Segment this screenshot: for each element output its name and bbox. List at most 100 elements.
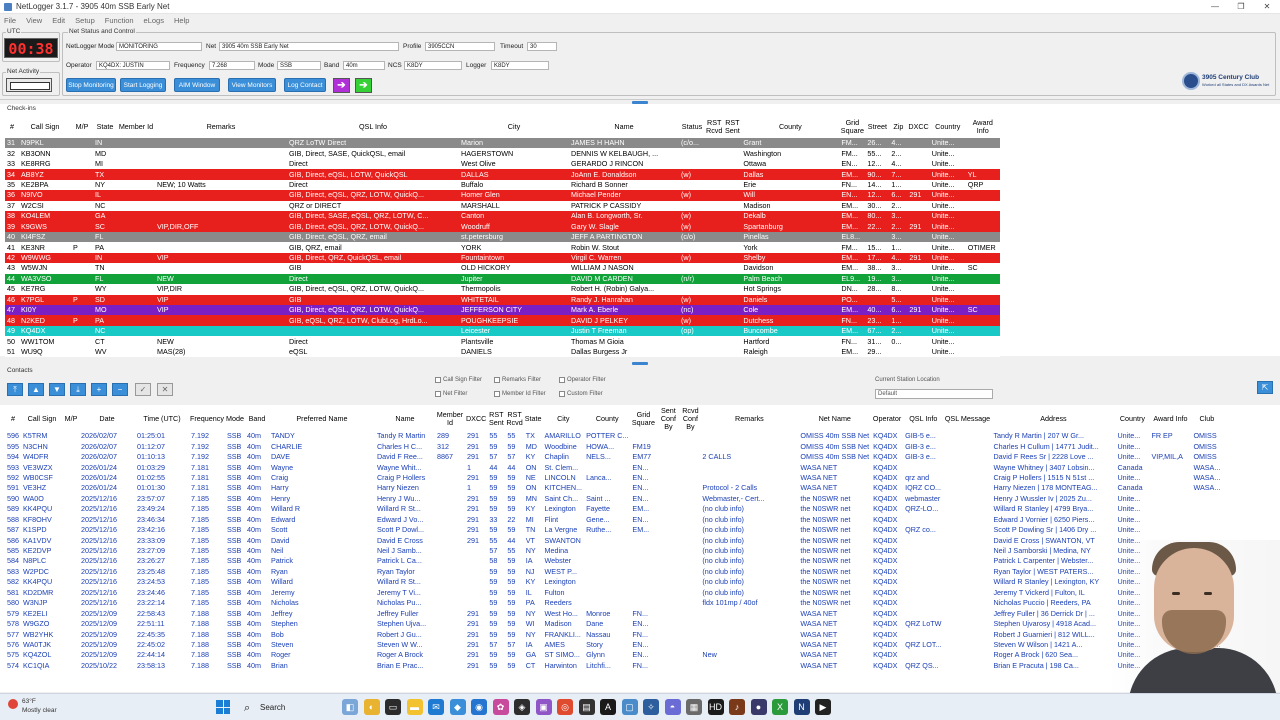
aim-window-button[interactable]: AIM Window bbox=[174, 78, 220, 92]
checkins-header-11[interactable]: RST Sent bbox=[723, 116, 741, 138]
contacts-header-11[interactable]: DXCC bbox=[465, 407, 487, 431]
copilot-icon[interactable]: ◐ bbox=[363, 699, 380, 715]
move-bottom-icon[interactable]: ⤓ bbox=[70, 383, 86, 396]
contact-row[interactable]: 590 WA0O 2025/12/16 23:57:07 7.185 SSB 40m Henr… bbox=[5, 494, 1222, 504]
checkin-row[interactable]: 35 KE2BPA NY NEW; 10 Watts Direct Buffalo Rich… bbox=[5, 179, 1000, 191]
net-select[interactable]: 3905 40m SSB Early Net bbox=[219, 42, 399, 51]
contact-row[interactable]: 583 W2PDC 2025/12/16 23:25:48 7.185 SSB 40m Rya… bbox=[5, 567, 1222, 577]
checkins-header-9[interactable]: Status bbox=[679, 116, 705, 138]
contact-row[interactable]: 587 K1SPD 2025/12/16 23:42:16 7.185 SSB 40m Sco… bbox=[5, 525, 1222, 535]
member-id-filter-checkbox[interactable]: Member Id Filter bbox=[494, 391, 546, 397]
checkins-header-3[interactable]: State bbox=[93, 116, 117, 138]
file-explorer-icon[interactable]: ▬ bbox=[406, 699, 423, 715]
terminal-icon[interactable]: ▤ bbox=[578, 699, 595, 715]
discord-icon[interactable]: ◓ bbox=[664, 699, 681, 715]
edit-icon[interactable]: ✓ bbox=[135, 383, 151, 396]
contact-row[interactable]: 596 K5TRM 2026/02/07 01:25:01 7.192 SSB 40m TAN… bbox=[5, 431, 1222, 441]
splitter-middle[interactable] bbox=[632, 362, 648, 365]
contacts-header-13[interactable]: RST Rcvd bbox=[505, 407, 523, 431]
contact-row[interactable]: 580 W3NJP 2025/12/16 23:22:14 7.185 SSB 40m Nic… bbox=[5, 598, 1222, 608]
checkins-header-2[interactable]: M/P bbox=[71, 116, 93, 138]
contacts-header-19[interactable]: Rcvd Conf By bbox=[680, 407, 700, 431]
checkin-row[interactable]: 38 KO4LEM GA GIB, Direct, SASE, eQSL, QRZ, … bbox=[5, 211, 1000, 222]
custom-filter-checkbox[interactable]: Custom Filter bbox=[559, 391, 603, 397]
menu-elogs[interactable]: eLogs bbox=[144, 16, 164, 25]
checkins-header-10[interactable]: RST Rcvd bbox=[705, 116, 723, 138]
windows-start-icon[interactable] bbox=[216, 700, 230, 714]
contacts-header-9[interactable]: Name bbox=[375, 407, 435, 431]
contacts-header-26[interactable]: Country bbox=[1115, 407, 1149, 431]
move-top-icon[interactable]: ⤒ bbox=[7, 383, 23, 396]
netlogger-icon[interactable]: N bbox=[793, 699, 810, 715]
contact-row[interactable]: 576 WA0TJK 2025/12/09 22:45:02 7.188 SSB 40m St… bbox=[5, 640, 1222, 650]
checkins-header-16[interactable]: DXCC bbox=[907, 116, 929, 138]
menu-file[interactable]: File bbox=[4, 16, 16, 25]
minimize-icon[interactable]: — bbox=[1202, 0, 1228, 14]
mail-icon[interactable]: ✉ bbox=[428, 699, 444, 715]
operator-filter-checkbox[interactable]: Operator Filter bbox=[559, 377, 606, 383]
hd-icon[interactable]: HD bbox=[707, 699, 724, 715]
current-station-location-select[interactable]: Default bbox=[875, 389, 993, 399]
checkins-header-17[interactable]: Country bbox=[930, 116, 966, 138]
checkin-row[interactable]: 43 W5WJN TN GIB OLD HICKORY WILLIAM J NASON Da… bbox=[5, 263, 1000, 274]
contacts-header-2[interactable]: M/P bbox=[63, 407, 79, 431]
call-sign-filter-checkbox[interactable]: Call Sign Filter bbox=[435, 377, 482, 383]
checkin-row[interactable]: 34 AB8YZ TX GIB, Direct, eQSL, LOTW, QuickQ… bbox=[5, 169, 1000, 180]
excel-icon[interactable]: X bbox=[772, 699, 788, 715]
contacts-header-3[interactable]: Date bbox=[79, 407, 135, 431]
contacts-header-17[interactable]: Grid Square bbox=[630, 407, 656, 431]
net-filter-checkbox[interactable]: Net Filter bbox=[435, 391, 467, 397]
checkin-row[interactable]: 46 K7PGL P SD VIP GIB WHITETAIL Randy J. Hanrah… bbox=[5, 294, 1000, 305]
contacts-header-16[interactable]: County bbox=[584, 407, 630, 431]
edge-icon[interactable]: ◉ bbox=[471, 699, 487, 715]
weather-widget[interactable]: 63°F Mostly clear bbox=[8, 697, 57, 715]
contact-row[interactable]: 588 KF8OHV 2025/12/16 23:46:34 7.185 SSB 40m Ed… bbox=[5, 515, 1222, 525]
contact-row[interactable]: 585 KE2DVP 2025/12/16 23:27:09 7.185 SSB 40m Ne… bbox=[5, 546, 1222, 556]
phone-link-icon[interactable]: ▣ bbox=[535, 699, 552, 715]
contact-row[interactable]: 593 VE3WZX 2026/01/24 01:03:29 7.181 SSB 40m Wa… bbox=[5, 462, 1222, 472]
contacts-header-23[interactable]: QSL Info bbox=[903, 407, 943, 431]
stop-monitoring-button[interactable]: Stop Monitoring bbox=[66, 78, 116, 92]
move-down-icon[interactable]: ▼ bbox=[49, 383, 65, 396]
contacts-header-24[interactable]: QSL Message bbox=[943, 407, 991, 431]
checkin-row[interactable]: 33 KE8RRG MI Direct West Olive GERARDO J RINC… bbox=[5, 158, 1000, 170]
contact-row[interactable]: 579 KE2ELI 2025/12/09 22:58:43 7.188 SSB 40m Je… bbox=[5, 608, 1222, 618]
contact-row[interactable]: 578 W9GZO 2025/12/09 22:51:11 7.188 SSB 40m Ste… bbox=[5, 619, 1222, 629]
remarks-filter-checkbox[interactable]: Remarks Filter bbox=[494, 377, 541, 383]
checkin-row[interactable]: 42 W9WWG IN VIP GIB, Direct, QRZ, QuickQSL, … bbox=[5, 252, 1000, 264]
checkin-row[interactable]: 49 KQ4DX NC Leicester Justin T Freeman (op) Bu… bbox=[5, 325, 1000, 337]
taskbar-search[interactable]: Search bbox=[240, 699, 336, 717]
checkins-header-6[interactable]: QSL Info bbox=[287, 116, 459, 138]
satellite-icon[interactable]: ✧ bbox=[643, 699, 659, 715]
checkins-header-13[interactable]: Grid Square bbox=[839, 116, 865, 138]
contacts-header-0[interactable]: # bbox=[5, 407, 21, 431]
monitor-icon[interactable]: ▢ bbox=[621, 699, 638, 715]
checkin-row[interactable]: 47 KI0Y MO VIP GIB, Direct, eQSL, QRZ, LOTW,… bbox=[5, 305, 1000, 316]
contacts-header-4[interactable]: Time (UTC) bbox=[135, 407, 189, 431]
add-contact-icon[interactable]: + bbox=[91, 383, 107, 396]
store-icon[interactable]: ◆ bbox=[449, 699, 466, 715]
checkin-row[interactable]: 32 KB3ONN MD GIB, Direct, SASE, QuickQSL, e… bbox=[5, 148, 1000, 159]
contacts-header-21[interactable]: Net Name bbox=[798, 407, 871, 431]
move-up-icon[interactable]: ▲ bbox=[28, 383, 44, 396]
mode-field[interactable]: MONITORING bbox=[116, 42, 202, 51]
contact-row[interactable]: 581 KD2DMR 2025/12/16 23:24:46 7.185 SSB 40m Je… bbox=[5, 588, 1222, 598]
purple-arrow-icon[interactable]: ➔ bbox=[333, 78, 350, 93]
contact-row[interactable]: 574 KC1QIA 2025/10/22 23:58:13 7.188 SSB 40m Br… bbox=[5, 661, 1222, 671]
profile-field[interactable]: 3905CCN bbox=[425, 42, 495, 51]
contact-row[interactable]: 577 WB2YHK 2025/12/09 22:45:35 7.188 SSB 40m Bo… bbox=[5, 629, 1222, 639]
paint-icon[interactable]: ✿ bbox=[492, 699, 509, 715]
checkin-row[interactable]: 31 N9PKL IN QRZ LoTW Direct Marion JAMES H HA… bbox=[5, 138, 1000, 149]
contacts-header-20[interactable]: Remarks bbox=[700, 407, 798, 431]
checkin-row[interactable]: 48 N2KED P PA GIB, eQSL, QRZ, LOTW, ClubLog,… bbox=[5, 315, 1000, 326]
guitar-icon[interactable]: ♪ bbox=[729, 699, 745, 715]
contacts-header-28[interactable]: Club bbox=[1191, 407, 1222, 431]
frequency-field[interactable]: 7.268 bbox=[209, 61, 255, 70]
maximize-icon[interactable]: ❐ bbox=[1228, 0, 1254, 14]
checkin-row[interactable]: 37 W2CSI NC QRZ or DIRECT MARSHALL PATRICK P … bbox=[5, 200, 1000, 212]
green-arrow-icon[interactable]: ➔ bbox=[355, 78, 372, 93]
close-icon[interactable]: ✕ bbox=[1254, 0, 1280, 14]
checkins-header-0[interactable]: # bbox=[5, 116, 19, 138]
contacts-header-8[interactable]: Preferred Name bbox=[269, 407, 375, 431]
contacts-header-5[interactable]: Frequency bbox=[189, 407, 225, 431]
